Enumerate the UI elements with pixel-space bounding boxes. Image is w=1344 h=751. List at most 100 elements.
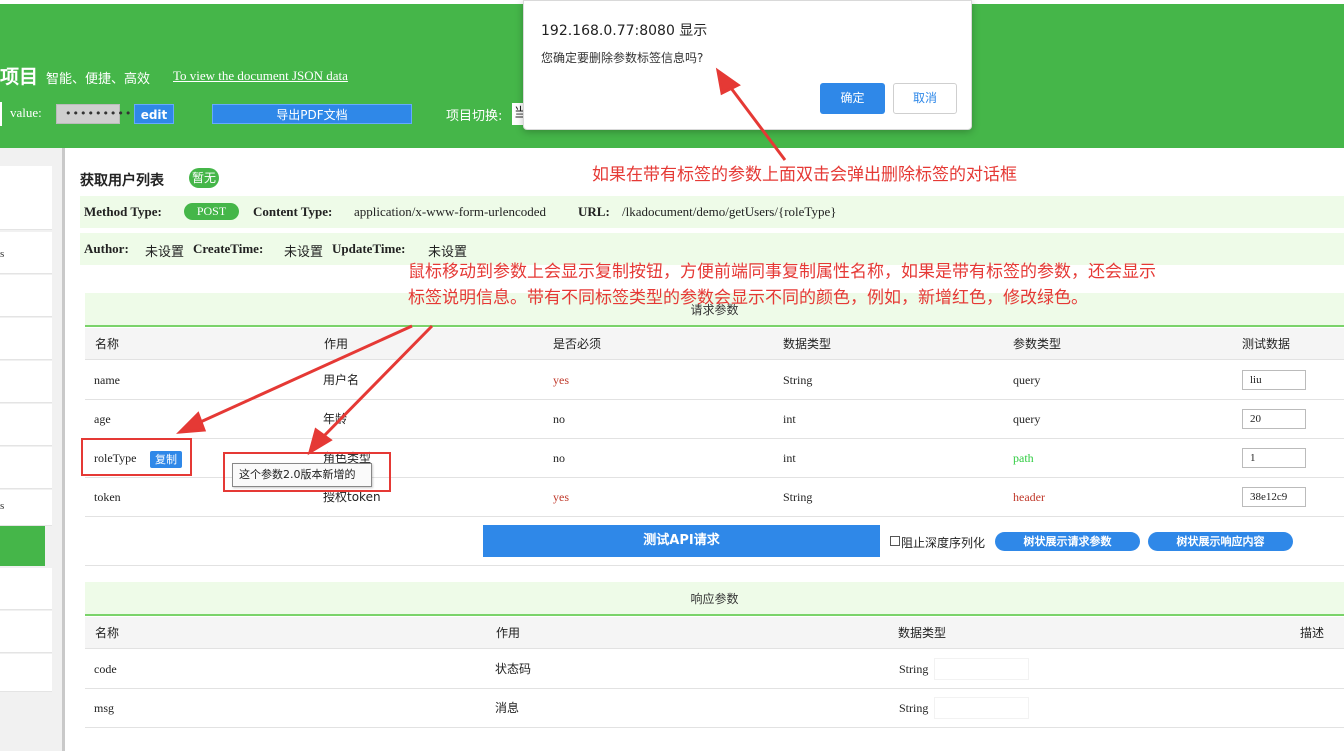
annotation-highlight-box — [223, 452, 391, 492]
column-header: 作用 — [324, 337, 349, 351]
sidebar: s s — [0, 148, 62, 751]
column-header: 名称 — [95, 626, 120, 640]
table-row: code 状态码 String — [85, 650, 1344, 689]
param-name[interactable]: name — [94, 361, 120, 400]
column-header: 名称 — [95, 337, 120, 351]
request-actions-row: 测试API请求 阻止深度序列化 树状展示请求参数 树状展示响应内容 — [85, 516, 1344, 566]
view-json-link[interactable]: To view the document JSON data — [173, 68, 348, 84]
table-row: age 年龄 no int query 20 — [85, 400, 1344, 439]
sidebar-mark: s — [0, 500, 5, 512]
create-time-value: 未设置 — [284, 245, 324, 260]
test-data-input[interactable]: 1 — [1242, 448, 1306, 468]
header-separator — [0, 102, 2, 126]
annotation-copy-note-line2: 标签说明信息。带有不同标签类型的参数会显示不同的颜色，例如，新增红色，修改绿色。 — [408, 288, 1088, 308]
update-time-value: 未设置 — [428, 245, 468, 260]
response-name[interactable]: code — [94, 650, 117, 689]
annotation-dialog-note: 如果在带有标签的参数上面双击会弹出删除标签的对话框 — [592, 165, 1017, 185]
deep-serialize-checkbox[interactable] — [890, 536, 900, 546]
export-pdf-button[interactable]: 导出PDF文档 — [212, 104, 412, 124]
sidebar-item[interactable] — [0, 611, 52, 653]
param-required: no — [553, 412, 565, 426]
test-data-input[interactable]: liu — [1242, 370, 1306, 390]
api-meta-row: Method Type: POST Content Type: applicat… — [80, 196, 1344, 228]
param-data-type: String — [783, 373, 813, 387]
param-desc: 年龄 — [323, 412, 348, 426]
api-tag-badge: 暂无 — [189, 168, 219, 188]
sidebar-item[interactable] — [0, 404, 52, 446]
sidebar-item[interactable] — [0, 361, 52, 403]
column-header: 测试数据 — [1242, 337, 1291, 351]
deep-serialize-label: 阻止深度序列化 — [901, 536, 986, 550]
method-type-label: Method Type: — [84, 204, 162, 219]
author-value: 未设置 — [145, 245, 185, 260]
dialog-message: 您确定要删除参数标签信息吗? — [541, 51, 704, 65]
response-data-type: String — [899, 701, 929, 715]
project-title: 项目 — [0, 66, 39, 88]
sidebar-panel — [0, 166, 52, 230]
value-label: value: — [10, 105, 42, 120]
table-row: msg 消息 String — [85, 689, 1344, 728]
param-data-type: String — [783, 490, 813, 504]
param-type: path — [1013, 451, 1034, 465]
sidebar-divider — [62, 148, 65, 751]
response-desc: 消息 — [495, 701, 520, 715]
test-data-input[interactable]: 20 — [1242, 409, 1306, 429]
author-label: Author: — [84, 241, 129, 256]
param-name[interactable]: token — [94, 478, 121, 517]
response-params-title: 响应参数 — [85, 582, 1344, 616]
column-header: 参数类型 — [1013, 337, 1062, 351]
sidebar-item[interactable] — [0, 447, 52, 489]
sidebar-item[interactable] — [0, 654, 52, 692]
param-required: yes — [553, 490, 569, 504]
tree-request-button[interactable]: 树状展示请求参数 — [995, 532, 1140, 551]
create-time-label: CreateTime: — [193, 241, 264, 256]
param-type: header — [1013, 490, 1045, 504]
project-slogan: 智能、便捷、高效 — [46, 72, 151, 87]
response-desc-field — [934, 697, 1029, 719]
param-type: query — [1013, 373, 1041, 387]
param-data-type: int — [783, 412, 796, 426]
update-time-label: UpdateTime: — [332, 241, 406, 256]
sidebar-item[interactable] — [0, 568, 52, 610]
test-api-button[interactable]: 测试API请求 — [483, 525, 880, 557]
dialog-title: 192.168.0.77:8080 显示 — [541, 23, 708, 39]
column-header: 是否必须 — [553, 337, 602, 351]
param-required: yes — [553, 373, 569, 387]
sidebar-item[interactable] — [0, 318, 52, 360]
test-data-input[interactable]: 38e12c9 — [1242, 487, 1306, 507]
url-label: URL: — [578, 204, 610, 219]
annotation-highlight-box — [81, 438, 192, 476]
dialog-ok-button[interactable]: 确定 — [820, 83, 885, 114]
param-name[interactable]: age — [94, 400, 111, 439]
param-type: query — [1013, 412, 1041, 426]
url-value: /lkadocument/demo/getUsers/{roleType} — [622, 204, 837, 219]
project-switch-label: 项目切换: — [446, 109, 503, 124]
column-header: 数据类型 — [898, 626, 947, 640]
sidebar-item[interactable] — [0, 232, 52, 274]
sidebar-item[interactable] — [0, 490, 52, 526]
param-required: no — [553, 451, 565, 465]
response-desc-field — [934, 658, 1029, 680]
method-badge: POST — [184, 203, 239, 220]
column-header: 作用 — [496, 626, 521, 640]
value-password-field[interactable]: ••••••••• — [56, 104, 131, 124]
tree-response-button[interactable]: 树状展示响应内容 — [1148, 532, 1293, 551]
response-desc: 状态码 — [495, 662, 532, 676]
sidebar-item-active[interactable] — [0, 526, 45, 566]
request-columns-header: 名称 作用 是否必须 数据类型 参数类型 测试数据 — [85, 328, 1344, 360]
edit-button[interactable]: edit — [134, 104, 174, 124]
annotation-copy-note-line1: 鼠标移动到参数上会显示复制按钮，方便前端同事复制属性名称，如果是带有标签的参数，… — [408, 262, 1156, 282]
column-header: 数据类型 — [783, 337, 832, 351]
content-type-label: Content Type: — [253, 204, 333, 219]
sidebar-item[interactable] — [0, 275, 52, 317]
column-header: 描述 — [1300, 626, 1325, 640]
api-title: 获取用户列表 — [80, 173, 164, 189]
table-row: name 用户名 yes String query liu — [85, 361, 1344, 400]
dialog-cancel-button[interactable]: 取消 — [893, 83, 957, 114]
response-name[interactable]: msg — [94, 689, 114, 728]
confirm-dialog: 192.168.0.77:8080 显示 您确定要删除参数标签信息吗? 确定 取… — [523, 0, 972, 130]
sidebar-mark: s — [0, 248, 5, 260]
param-desc: 用户名 — [323, 373, 360, 387]
response-data-type: String — [899, 662, 929, 676]
param-data-type: int — [783, 451, 796, 465]
